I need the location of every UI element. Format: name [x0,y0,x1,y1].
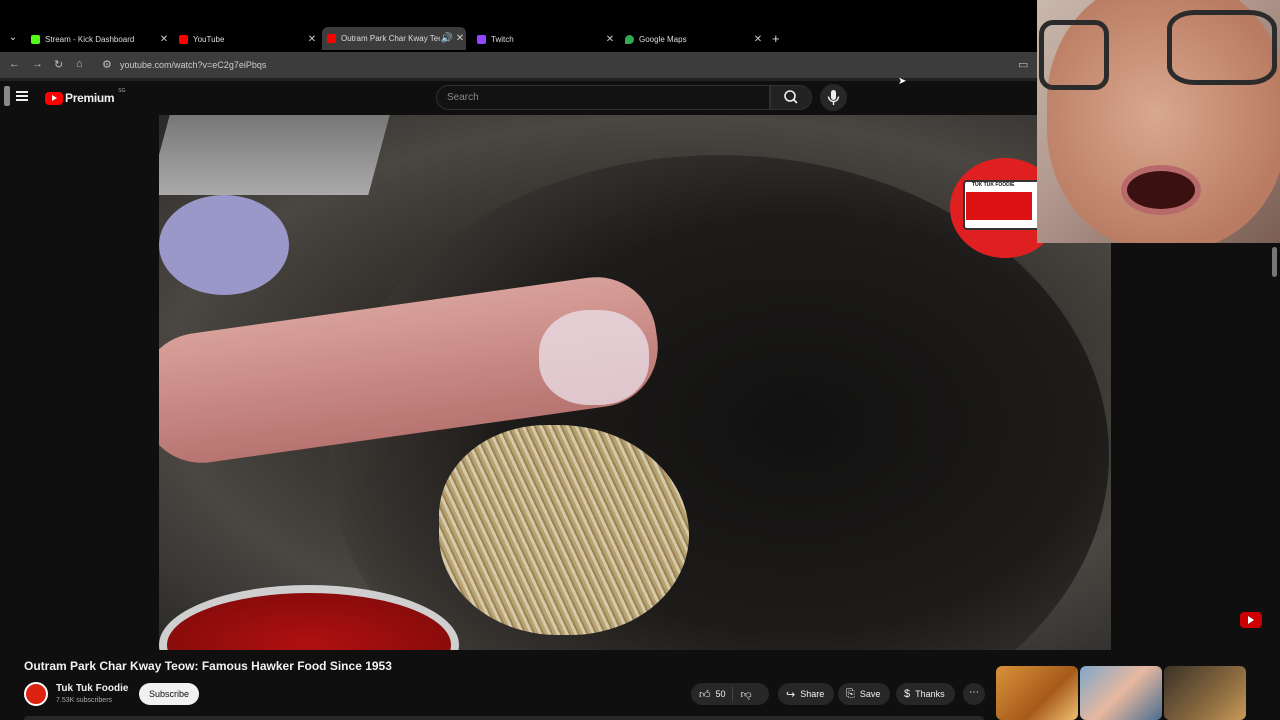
dislike-button[interactable]: 👎︎ [733,688,760,701]
close-tab-icon[interactable]: ✕ [454,33,466,44]
kick-icon [31,34,40,44]
search-icon [784,90,798,104]
tab-twitch[interactable]: Twitch ✕ [472,29,616,49]
close-tab-icon[interactable]: ✕ [158,34,170,45]
home-icon[interactable]: ⌂ [76,58,83,70]
logo-region: SG [118,88,126,94]
channel-name[interactable]: Tuk Tuk Foodie [56,683,128,694]
subscriber-count: 7.53K subscribers [56,697,113,704]
glasses-left-lens [1039,20,1109,90]
youtube-premium-logo[interactable]: Premium SG [45,88,126,105]
voice-search-button[interactable] [820,84,847,111]
share-label: Share [800,689,825,699]
search-button[interactable] [770,85,812,110]
save-label: Save [859,689,881,699]
thumbs-down-icon: 👎︎ [740,688,752,701]
new-tab-button[interactable]: + [772,31,780,46]
close-tab-icon[interactable]: ✕ [604,34,616,45]
tab-title: Twitch [491,34,514,44]
search-input[interactable] [437,86,737,109]
thanks-icon: $ [904,688,911,700]
video-plate [159,195,289,295]
like-dislike-group: 👍︎ 50 👎︎ [691,683,769,705]
tab-outram-park-video[interactable]: Outram Park Char Kway Teow: Famous Hawke… [322,27,466,50]
description-box-edge[interactable] [24,716,984,720]
thanks-label: Thanks [915,689,945,699]
share-icon: ↪ [786,688,796,701]
tab-google-maps[interactable]: Google Maps ✕ [620,29,764,49]
reload-icon[interactable]: ↻ [54,58,63,71]
forward-icon[interactable]: → [32,58,43,70]
streamer-mouth [1121,165,1201,215]
like-button[interactable]: 👍︎ 50 [691,687,733,701]
thanks-button[interactable]: $ Thanks [896,683,955,705]
recommended-thumbnail[interactable] [1164,666,1246,720]
tab-title: Stream - Kick Dashboard [45,34,135,44]
bookmark-icon: ⎘ [846,687,855,700]
maps-pin-icon [625,34,634,44]
video-title: Outram Park Char Kway Teow: Famous Hawke… [24,659,392,673]
watermark-text: TUK TUK FOODIE [972,182,1015,188]
tab-list-chevron-icon[interactable]: ⌄ [6,32,20,46]
tab-title: YouTube [193,34,225,44]
mouse-cursor-icon: ➤ [898,76,907,87]
speaker-icon[interactable]: 🔊 [440,33,454,44]
youtube-icon [179,34,188,44]
like-count: 50 [715,689,726,699]
guide-menu-icon[interactable] [16,91,28,101]
close-tab-icon[interactable]: ✕ [306,34,318,45]
recommended-thumbnail[interactable] [1080,666,1162,720]
youtube-watermark-icon[interactable] [1240,612,1262,628]
more-actions-button[interactable]: ⋯ [963,683,985,705]
truck-body [966,192,1032,220]
tab-kick-dashboard[interactable]: Stream - Kick Dashboard ✕ [26,29,170,49]
site-info-icon[interactable]: ⚙ [102,58,112,71]
recommended-thumbnail[interactable] [996,666,1078,720]
channel-avatar[interactable] [24,682,48,706]
video-glove [539,310,649,405]
mic-icon [827,90,840,105]
tab-title: Outram Park Char Kway Teow: Famous Hawke… [341,34,440,43]
glasses-right-lens [1167,10,1277,85]
webcam-overlay [1037,0,1280,243]
close-tab-icon[interactable]: ✕ [752,34,764,45]
twitch-icon [477,34,486,44]
video-tray [159,115,390,195]
subscribe-button[interactable]: Subscribe [139,683,199,705]
sidebar-edge [4,86,10,106]
logo-text: Premium [65,91,115,105]
tab-title: Google Maps [639,34,687,44]
scrollbar-thumb[interactable] [1272,247,1277,277]
url-field[interactable]: youtube.com/watch?v=eC2g7eiPbqs [120,60,266,70]
cast-icon[interactable]: ▭ [1018,58,1028,71]
back-icon[interactable]: ← [9,58,20,70]
youtube-play-icon [45,91,63,105]
share-button[interactable]: ↪ Share [778,683,835,705]
thumbs-up-icon: 👍︎ [699,688,711,701]
save-button[interactable]: ⎘ Save [838,683,891,705]
tab-youtube[interactable]: YouTube ✕ [174,29,318,49]
search-box[interactable] [436,85,770,110]
youtube-icon [327,34,336,43]
